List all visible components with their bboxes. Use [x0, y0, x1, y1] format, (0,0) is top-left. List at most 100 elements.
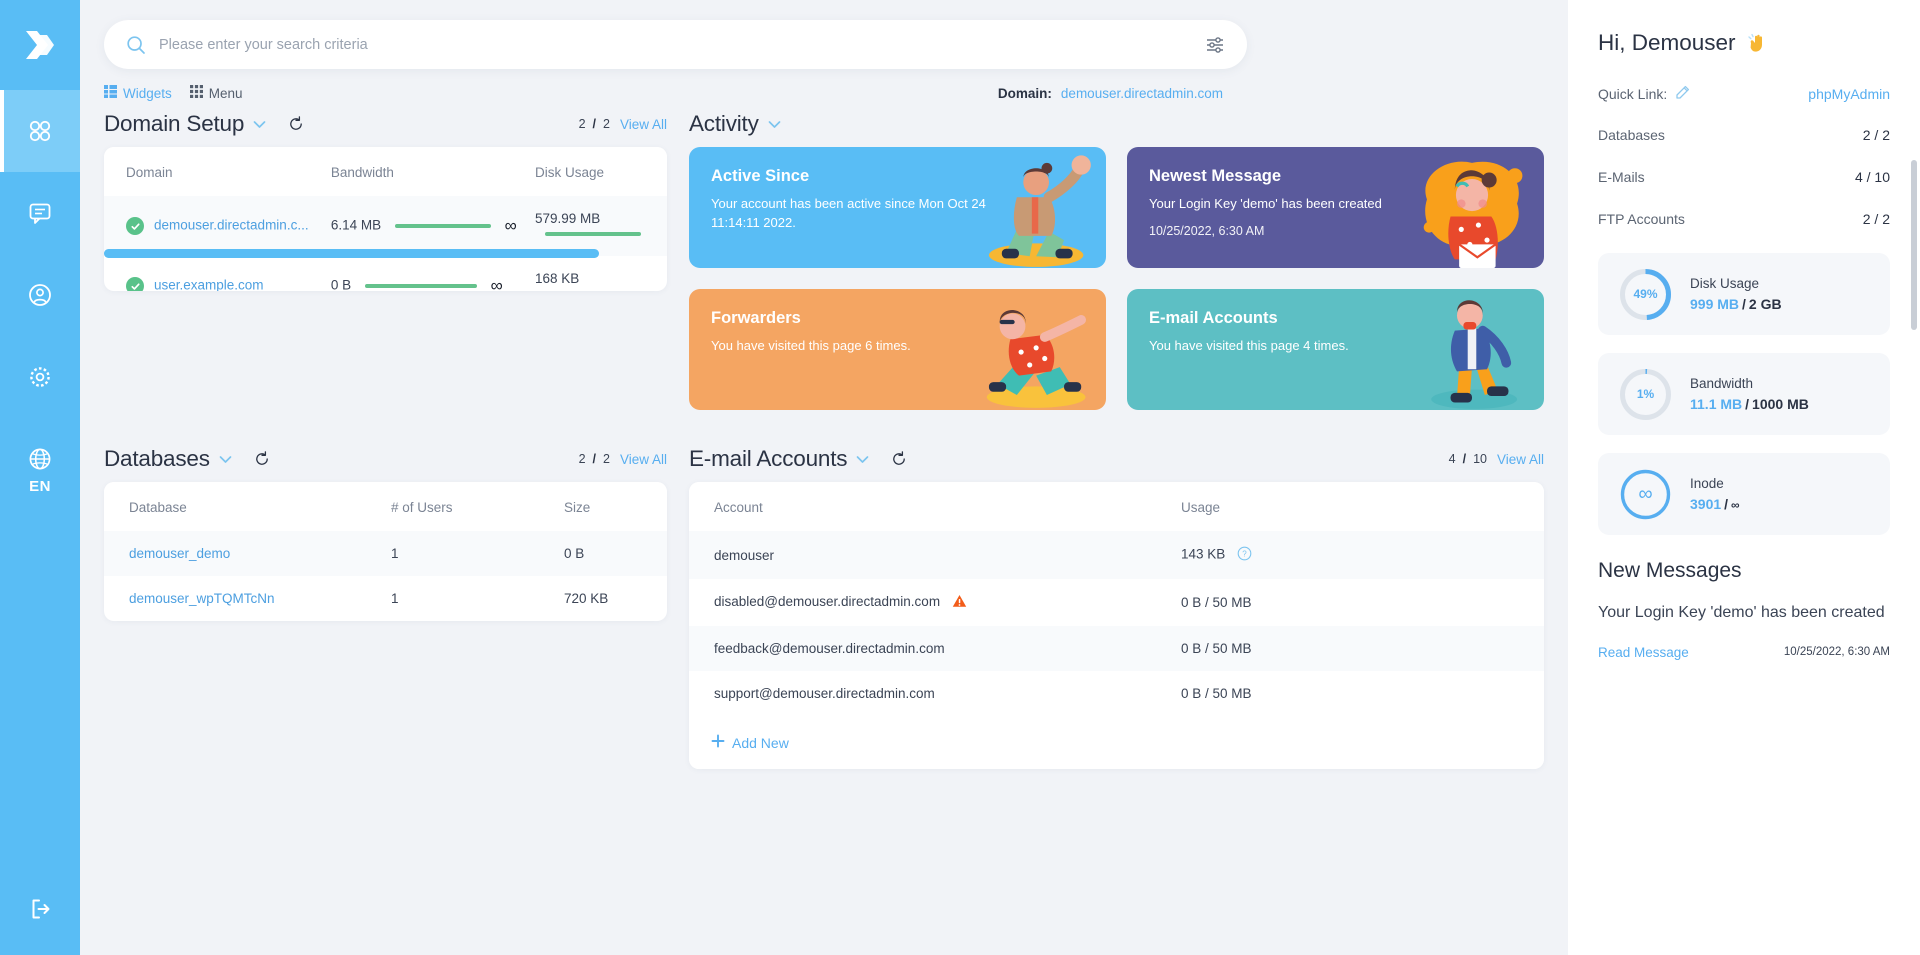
logout-button[interactable]: [0, 867, 80, 955]
domain-col-disk: Disk Usage: [535, 147, 667, 196]
search-bar[interactable]: [104, 20, 1247, 69]
filter-sliders-icon[interactable]: [1205, 35, 1225, 55]
databases-count-current: 2: [578, 452, 586, 466]
logout-icon: [27, 896, 53, 927]
row-domain-activity: Domain Setup 2 / 2 View All Domain Bandw…: [104, 101, 1544, 410]
sidebar-item-dashboard[interactable]: [0, 90, 80, 172]
right-panel-scrollbar[interactable]: [1911, 160, 1917, 330]
email-cell-usage: 0 B / 50 MB: [1181, 686, 1252, 701]
domain-value[interactable]: demouser.directadmin.com: [1061, 86, 1223, 101]
read-message-link[interactable]: Read Message: [1598, 645, 1689, 660]
stat-value: 4 / 10: [1854, 169, 1890, 185]
illustration-person-running: [986, 309, 1087, 408]
inode-gauge: ∞: [1618, 467, 1673, 522]
activity-tile-email-accounts[interactable]: E-mail Accounts You have visited this pa…: [1127, 289, 1544, 410]
inode-used: 3901: [1690, 496, 1722, 512]
gauge-card-inode: ∞ Inode 3901/∞: [1598, 453, 1890, 535]
bandwidth-value: 0 B: [330, 277, 352, 291]
db-col-size: Size: [564, 482, 667, 531]
table-row[interactable]: disabled@demouser.directadmin.com 0 B / …: [689, 579, 1544, 626]
refresh-icon[interactable]: [891, 451, 907, 467]
database-link[interactable]: demouser_demo: [129, 546, 230, 561]
svg-text:?: ?: [1242, 550, 1247, 559]
domain-link[interactable]: user.example.com: [154, 278, 264, 291]
domain-cell-disk: 579.99 MB: [535, 196, 667, 256]
table-row[interactable]: feedback@demouser.directadmin.com 0 B / …: [689, 626, 1544, 671]
table-row[interactable]: demouser_demo 1 0 B: [104, 531, 667, 576]
domain-setup-widget: Domain Setup 2 / 2 View All Domain Bandw…: [104, 101, 667, 410]
domain-setup-table-card: Domain Bandwidth Disk Usage demouser.dir…: [104, 147, 667, 291]
chevron-down-icon[interactable]: [219, 455, 232, 464]
bandwidth-value: 6.14 MB: [330, 217, 382, 233]
stat-value: 2 / 2: [1862, 127, 1890, 143]
sidebar-item-messages[interactable]: [0, 172, 80, 254]
message-timestamp: 10/25/2022, 6:30 AM: [1783, 646, 1890, 659]
table-row[interactable]: user.example.com 0 B ∞ 168 KB: [104, 256, 667, 291]
sidebar-item-language[interactable]: [0, 418, 80, 500]
refresh-icon[interactable]: [254, 451, 270, 467]
usage-value: 143 KB: [1181, 546, 1226, 562]
activity-tile-active-since[interactable]: Active Since Your account has been activ…: [689, 147, 1106, 268]
inode-limit: ∞: [1731, 498, 1740, 512]
domain-col-bandwidth: Bandwidth: [330, 147, 535, 196]
menu-toggle[interactable]: Menu: [189, 85, 243, 101]
greeting: Hi, Demouser: [1598, 30, 1890, 56]
chevron-down-icon[interactable]: [253, 120, 266, 129]
refresh-icon[interactable]: [288, 116, 304, 132]
bandwidth-used: 11.1 MB: [1690, 396, 1743, 412]
db-cell-name: demouser_demo: [104, 531, 391, 576]
inode-infinity-icon: ∞: [1638, 482, 1653, 505]
disk-used: 999 MB: [1690, 296, 1740, 312]
tile-text: Your account has been active since Mon O…: [711, 196, 986, 230]
quick-link-label: Quick Link:: [1598, 86, 1668, 102]
bandwidth-info: Bandwidth 11.1 MB/1000 MB: [1690, 376, 1809, 412]
illustration-person-with-envelope: [1423, 161, 1523, 268]
email-view-all-link[interactable]: View All: [1497, 452, 1544, 467]
help-question-icon[interactable]: ?: [1237, 546, 1252, 564]
table-row[interactable]: support@demouser.directadmin.com 0 B / 5…: [689, 671, 1544, 716]
stat-label: FTP Accounts: [1598, 211, 1685, 227]
quick-link-value[interactable]: phpMyAdmin: [1808, 86, 1890, 102]
table-row[interactable]: demouser 143 KB ?: [689, 531, 1544, 579]
sidebar-item-settings[interactable]: [0, 336, 80, 418]
domain-header-row: Domain Bandwidth Disk Usage: [104, 147, 667, 196]
activity-tile-newest-message[interactable]: Newest Message Your Login Key 'demo' has…: [1127, 147, 1544, 268]
widgets-toggle[interactable]: Widgets: [104, 85, 172, 101]
domain-link[interactable]: demouser.directadmin.c...: [154, 218, 309, 233]
edit-pencil-icon[interactable]: [1675, 85, 1690, 103]
chevron-down-icon[interactable]: [856, 455, 869, 464]
user-circle-icon: [27, 282, 53, 308]
activity-tile-forwarders[interactable]: Forwarders You have visited this page 6 …: [689, 289, 1106, 410]
sidebar-item-account[interactable]: [0, 254, 80, 336]
email-cell-account: demouser: [714, 547, 775, 563]
table-row[interactable]: demouser_wpTQMTcNn 1 720 KB: [104, 576, 667, 621]
app-logo[interactable]: [0, 0, 80, 90]
search-input[interactable]: [159, 36, 1205, 53]
email-accounts-widget: E-mail Accounts 4 / 10 View All Account …: [689, 436, 1544, 769]
chevron-down-icon[interactable]: [768, 120, 781, 129]
databases-header-row: Database # of Users Size: [104, 482, 667, 531]
database-link[interactable]: demouser_wpTQMTcNn: [129, 591, 275, 606]
waving-hand-icon: [1747, 33, 1762, 52]
stat-row-ftp-accounts: FTP Accounts 2 / 2: [1598, 211, 1890, 227]
value-separator: /: [1742, 296, 1746, 312]
stat-value: 2 / 2: [1862, 211, 1890, 227]
gauge-card-disk-usage: 49% Disk Usage 999 MB/2 GB: [1598, 253, 1890, 335]
bandwidth-bar: [394, 224, 491, 228]
domain-cell-name: demouser.directadmin.c...: [104, 196, 331, 256]
app-root: EN Please enter your search criteria Wid…: [0, 0, 1920, 955]
domain-table-horizontal-scrollbar[interactable]: [104, 249, 599, 258]
view-toggle-bar: Widgets Menu Domain: demouser.directadmi…: [80, 69, 1247, 101]
bandwidth-limit: ∞: [490, 276, 503, 291]
domain-cell-disk: 168 KB: [535, 256, 667, 291]
greeting-text: Hi, Demouser: [1598, 30, 1736, 55]
value-separator: /: [1724, 496, 1729, 512]
add-new-email-button[interactable]: Add New: [689, 716, 1544, 769]
tile-text: You have visited this page 4 times.: [1149, 338, 1349, 353]
databases-view-all-link[interactable]: View All: [620, 452, 667, 467]
domain-view-all-link[interactable]: View All: [620, 117, 667, 132]
table-row[interactable]: demouser.directadmin.c... 6.14 MB ∞ 579.…: [104, 196, 667, 256]
stat-label: E-Mails: [1598, 169, 1645, 185]
disk-usage-value: 999 MB/2 GB: [1690, 296, 1782, 312]
bandwidth-label: Bandwidth: [1690, 376, 1754, 391]
